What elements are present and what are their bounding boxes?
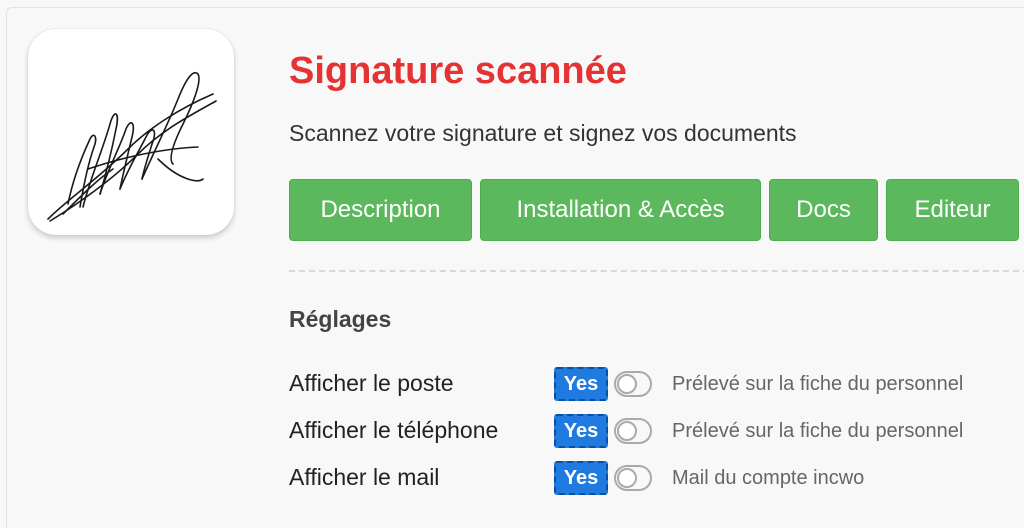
editor-button[interactable]: Editeur [886, 179, 1019, 241]
setting-hint: Prélevé sur la fiche du personnel [672, 420, 964, 442]
yes-badge[interactable]: Yes [554, 367, 608, 401]
page-subtitle: Scannez votre signature et signez vos do… [289, 120, 797, 146]
setting-row-telephone: Afficher le téléphone Yes Prélevé sur la… [289, 414, 1024, 455]
settings-title: Réglages [289, 306, 392, 332]
toggle-switch[interactable] [614, 465, 652, 491]
toggle-knob [617, 468, 637, 488]
section-divider [289, 270, 1024, 272]
setting-label: Afficher le téléphone [289, 417, 499, 443]
toggle-switch[interactable] [614, 418, 652, 444]
setting-hint: Prélevé sur la fiche du personnel [672, 373, 964, 395]
setting-hint: Mail du compte incwo [672, 467, 865, 489]
page-title: Signature scannée [289, 50, 627, 92]
yes-badge[interactable]: Yes [554, 414, 608, 448]
app-icon [28, 29, 234, 235]
toggle-switch[interactable] [614, 371, 652, 397]
docs-button[interactable]: Docs [769, 179, 878, 241]
setting-label: Afficher le mail [289, 464, 440, 490]
yes-badge[interactable]: Yes [554, 461, 608, 495]
setting-row-mail: Afficher le mail Yes Mail du compte incw… [289, 461, 1024, 502]
signature-icon [47, 72, 217, 222]
setting-row-poste: Afficher le poste Yes Prélevé sur la fic… [289, 367, 1024, 408]
setting-label: Afficher le poste [289, 370, 454, 396]
description-button[interactable]: Description [289, 179, 472, 241]
toggle-knob [617, 421, 637, 441]
toggle-knob [617, 374, 637, 394]
installation-access-button[interactable]: Installation & Accès [480, 179, 761, 241]
